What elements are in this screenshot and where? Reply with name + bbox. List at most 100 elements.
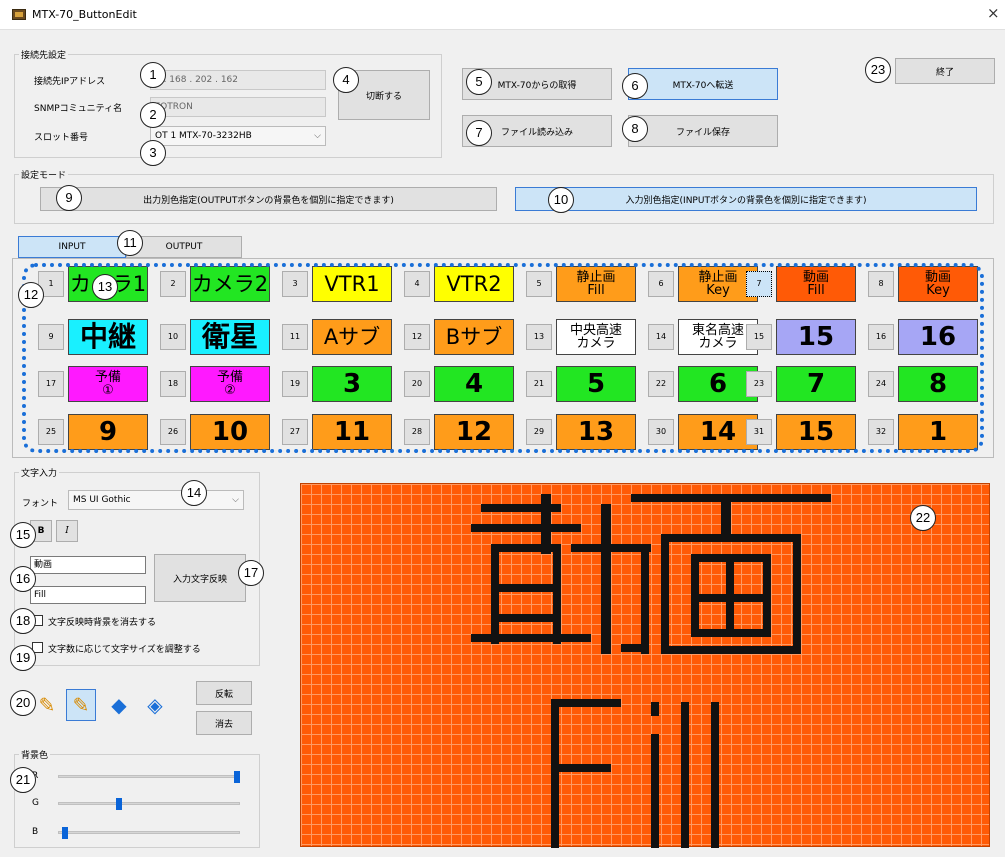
input-number-32[interactable]: 32: [868, 419, 894, 445]
button-face-28[interactable]: 12: [434, 414, 514, 450]
input-button-21[interactable]: 21 5: [526, 365, 638, 403]
input-number-26[interactable]: 26: [160, 419, 186, 445]
r-slider[interactable]: [234, 771, 240, 783]
g-slider[interactable]: [116, 798, 123, 810]
button-face-8[interactable]: 動画 Key: [898, 266, 978, 302]
button-face-19[interactable]: 3: [312, 366, 392, 402]
input-button-12[interactable]: 12 Bサブ: [404, 318, 516, 356]
button-face-26[interactable]: 10: [190, 414, 270, 450]
pencil-thin-icon[interactable]: ✎: [32, 689, 62, 721]
input-button-8[interactable]: 8 動画 Key: [868, 265, 980, 303]
input-number-3[interactable]: 3: [282, 271, 308, 297]
input-number-29[interactable]: 29: [526, 419, 552, 445]
button-face-20[interactable]: 4: [434, 366, 514, 402]
input-button-14[interactable]: 14 東名高速 カメラ: [648, 318, 760, 356]
slot-select[interactable]: OT 1 MTX-70-3232HB ⌵: [150, 126, 326, 146]
font-select[interactable]: MS UI Gothic ⌵: [68, 490, 244, 510]
input-button-7[interactable]: 7 動画 Fill: [746, 265, 858, 303]
input-number-15[interactable]: 15: [746, 324, 772, 350]
invert-button[interactable]: 反転: [196, 681, 252, 705]
input-number-21[interactable]: 21: [526, 371, 552, 397]
input-button-24[interactable]: 24 8: [868, 365, 980, 403]
input-button-31[interactable]: 31 15: [746, 413, 858, 451]
input-number-18[interactable]: 18: [160, 371, 186, 397]
button-face-9[interactable]: 中継: [68, 319, 148, 355]
tab-output[interactable]: OUTPUT: [126, 236, 242, 258]
input-button-15[interactable]: 15 15: [746, 318, 858, 356]
input-number-9[interactable]: 9: [38, 324, 64, 350]
input-button-5[interactable]: 5 静止画 Fill: [526, 265, 638, 303]
input-button-10[interactable]: 10 衛星: [160, 318, 272, 356]
button-face-31[interactable]: 15: [776, 414, 856, 450]
input-button-6[interactable]: 6 静止画 Key: [648, 265, 760, 303]
input-button-17[interactable]: 17 予備 ①: [38, 365, 150, 403]
b-slider[interactable]: [61, 827, 68, 839]
eraser-icon[interactable]: ◆: [104, 689, 134, 721]
input-button-23[interactable]: 23 7: [746, 365, 858, 403]
input-number-12[interactable]: 12: [404, 324, 430, 350]
input-button-28[interactable]: 28 12: [404, 413, 516, 451]
input-number-2[interactable]: 2: [160, 271, 186, 297]
input-button-30[interactable]: 30 14: [648, 413, 760, 451]
input-button-2[interactable]: 2 カメラ2: [160, 265, 272, 303]
button-face-11[interactable]: Aサブ: [312, 319, 392, 355]
eraser-large-icon[interactable]: ◈: [140, 689, 170, 721]
button-face-32[interactable]: 1: [898, 414, 978, 450]
button-face-29[interactable]: 13: [556, 414, 636, 450]
button-face-7[interactable]: 動画 Fill: [776, 266, 856, 302]
snmp-community-field[interactable]: FOTRON: [150, 97, 326, 117]
button-face-23[interactable]: 7: [776, 366, 856, 402]
button-face-27[interactable]: 11: [312, 414, 392, 450]
transfer-to-mtx-button[interactable]: MTX-70へ転送: [628, 68, 778, 100]
input-number-27[interactable]: 27: [282, 419, 308, 445]
button-face-13[interactable]: 中央高速 カメラ: [556, 319, 636, 355]
button-face-24[interactable]: 8: [898, 366, 978, 402]
input-number-8[interactable]: 8: [868, 271, 894, 297]
input-number-23[interactable]: 23: [746, 371, 772, 397]
input-number-17[interactable]: 17: [38, 371, 64, 397]
input-button-22[interactable]: 22 6: [648, 365, 760, 403]
input-number-11[interactable]: 11: [282, 324, 308, 350]
button-face-25[interactable]: 9: [68, 414, 148, 450]
input-button-27[interactable]: 27 11: [282, 413, 394, 451]
input-button-4[interactable]: 4 VTR2: [404, 265, 516, 303]
text-line1-input[interactable]: 動画: [30, 556, 146, 574]
button-face-2[interactable]: カメラ2: [190, 266, 270, 302]
input-number-28[interactable]: 28: [404, 419, 430, 445]
button-face-18[interactable]: 予備 ②: [190, 366, 270, 402]
button-face-15[interactable]: 15: [776, 319, 856, 355]
ip-address-field[interactable]: 2 . 168 . 202 . 162: [150, 70, 326, 90]
input-button-16[interactable]: 16 16: [868, 318, 980, 356]
input-number-19[interactable]: 19: [282, 371, 308, 397]
input-number-25[interactable]: 25: [38, 419, 64, 445]
input-button-25[interactable]: 25 9: [38, 413, 150, 451]
input-button-18[interactable]: 18 予備 ②: [160, 365, 272, 403]
exit-button[interactable]: 終了: [895, 58, 995, 84]
button-face-17[interactable]: 予備 ①: [68, 366, 148, 402]
input-button-19[interactable]: 19 3: [282, 365, 394, 403]
input-number-30[interactable]: 30: [648, 419, 674, 445]
input-button-9[interactable]: 9 中継: [38, 318, 150, 356]
input-number-7[interactable]: 7: [746, 271, 772, 297]
erase-button[interactable]: 消去: [196, 711, 252, 735]
input-number-22[interactable]: 22: [648, 371, 674, 397]
input-number-13[interactable]: 13: [526, 324, 552, 350]
output-color-mode-button[interactable]: 出力別色指定(OUTPUTボタンの背景色を個別に指定できます): [40, 187, 497, 211]
input-color-mode-button[interactable]: 入力別色指定(INPUTボタンの背景色を個別に指定できます): [515, 187, 977, 211]
input-number-14[interactable]: 14: [648, 324, 674, 350]
close-icon[interactable]: ×: [987, 4, 1000, 22]
input-number-20[interactable]: 20: [404, 371, 430, 397]
input-button-29[interactable]: 29 13: [526, 413, 638, 451]
input-number-31[interactable]: 31: [746, 419, 772, 445]
input-number-24[interactable]: 24: [868, 371, 894, 397]
button-face-3[interactable]: VTR1: [312, 266, 392, 302]
input-number-6[interactable]: 6: [648, 271, 674, 297]
button-face-16[interactable]: 16: [898, 319, 978, 355]
button-face-10[interactable]: 衛星: [190, 319, 270, 355]
input-button-20[interactable]: 20 4: [404, 365, 516, 403]
input-button-3[interactable]: 3 VTR1: [282, 265, 394, 303]
pencil-thick-icon[interactable]: ✎: [66, 689, 96, 721]
button-face-4[interactable]: VTR2: [434, 266, 514, 302]
text-line2-input[interactable]: Fill: [30, 586, 146, 604]
tab-input[interactable]: INPUT: [18, 236, 126, 258]
